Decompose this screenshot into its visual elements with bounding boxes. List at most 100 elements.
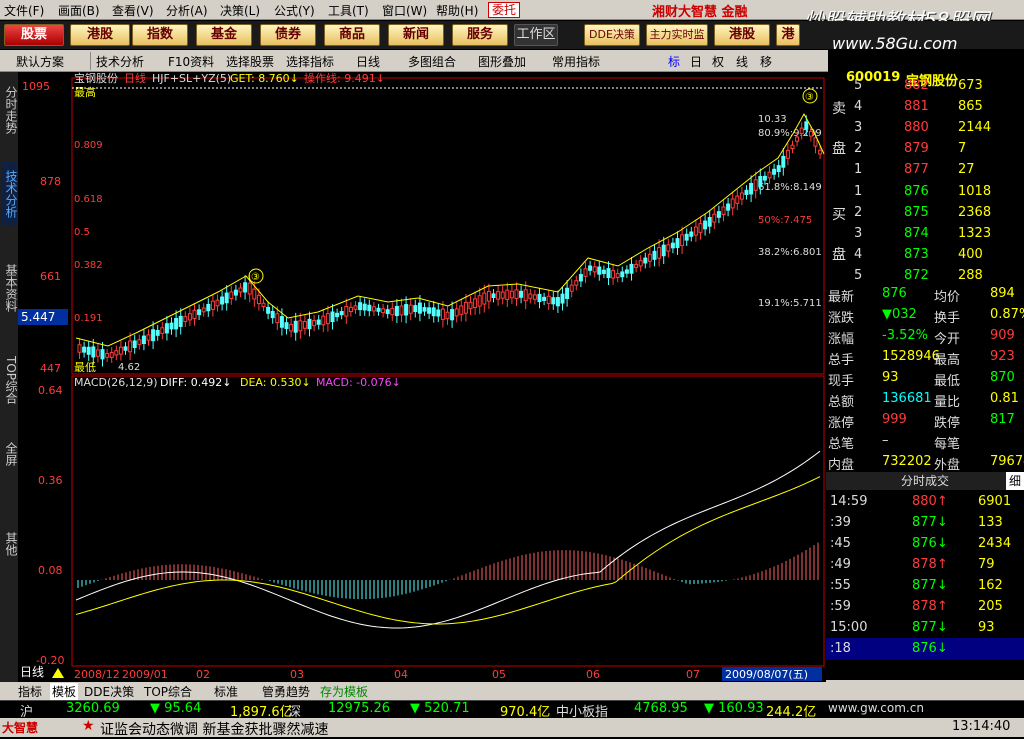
btab-trend[interactable]: 管勇趋势 bbox=[262, 683, 310, 700]
quote-cell: 4 bbox=[854, 247, 863, 262]
btab-save-template[interactable]: 存为模板 bbox=[320, 683, 368, 700]
btab-indicator[interactable]: 指标 bbox=[18, 683, 42, 700]
btab-dde[interactable]: DDE决策 bbox=[84, 683, 134, 700]
candle-body bbox=[772, 168, 777, 175]
tb-daily[interactable]: 日线 bbox=[356, 53, 380, 70]
menu-analysis[interactable]: 分析(A) bbox=[166, 2, 208, 19]
cat-workspace-button[interactable]: 工作区 bbox=[514, 24, 558, 46]
cat-fund-button[interactable]: 基金 bbox=[196, 24, 252, 46]
tab-other[interactable]: 其他 bbox=[1, 524, 18, 564]
cat-bond-button[interactable]: 债券 bbox=[260, 24, 316, 46]
news-ticker[interactable]: 证监会动态微调 新基金获批骤然减速 bbox=[100, 719, 328, 739]
tb-default-scheme[interactable]: 默认方案 bbox=[16, 53, 64, 70]
candle-body bbox=[643, 257, 648, 264]
quote-row: 4 881 865 bbox=[826, 99, 1024, 120]
tb-tech-analysis[interactable]: 技术分析 bbox=[96, 53, 144, 70]
tb-overlay[interactable]: 图形叠加 bbox=[478, 53, 526, 70]
kline-chart-area[interactable]: 1095 878 661 447 5.447 宝钢股份 日线 HJF+SL+YZ… bbox=[18, 71, 826, 682]
cat-commodity-button[interactable]: 商品 bbox=[324, 24, 380, 46]
cat-stock-button[interactable]: 股票 bbox=[4, 24, 64, 46]
candle-body bbox=[164, 323, 169, 334]
quote-row: :49 878↑ 79 bbox=[826, 557, 1024, 578]
cat-index-button[interactable]: 指数 bbox=[132, 24, 188, 46]
menu-decision[interactable]: 决策(L) bbox=[220, 2, 260, 19]
candle-body bbox=[353, 305, 358, 310]
tb-divider bbox=[90, 52, 91, 70]
quote-cell: :18 bbox=[830, 641, 851, 656]
tb-f10[interactable]: F10资料 bbox=[168, 53, 214, 70]
kline-svg[interactable]: 1095 878 661 447 5.447 宝钢股份 日线 HJF+SL+YZ… bbox=[18, 71, 826, 682]
candle-body bbox=[588, 265, 593, 271]
macd-tick: 0.08 bbox=[38, 564, 63, 577]
tab-fundamental[interactable]: 基本资料 bbox=[1, 256, 18, 320]
btab-template[interactable]: 模板 bbox=[50, 683, 79, 700]
menu-formula[interactable]: 公式(Y) bbox=[274, 2, 315, 19]
candle-body bbox=[638, 260, 643, 267]
quote-row: 内盘 732202外盘 796744 bbox=[826, 454, 1024, 475]
menu-help[interactable]: 帮助(H) bbox=[436, 2, 478, 19]
candle-body bbox=[459, 305, 464, 315]
menu-file[interactable]: 文件(F) bbox=[4, 2, 44, 19]
quote-cell: 162 bbox=[978, 578, 1003, 593]
candle-body bbox=[491, 293, 496, 299]
cat-main-monitor-button[interactable]: 主力实时监 bbox=[646, 24, 708, 46]
tb-select-stock[interactable]: 选择股票 bbox=[226, 53, 274, 70]
quote-row: :45 876↓ 2434 bbox=[826, 536, 1024, 557]
tab-technical[interactable]: 技术分析 bbox=[1, 162, 18, 226]
tb-mark[interactable]: 标 bbox=[668, 53, 680, 70]
quote-cell: 881 bbox=[904, 99, 929, 114]
tb-line[interactable]: 线 bbox=[736, 53, 748, 70]
quote-cell: 875 bbox=[904, 205, 929, 220]
cat-hk3-button[interactable]: 港 bbox=[776, 24, 800, 46]
btab-standard[interactable]: 标准 bbox=[214, 683, 238, 700]
weituo-button[interactable]: 委托 bbox=[488, 2, 520, 18]
cat-service-button[interactable]: 服务 bbox=[452, 24, 508, 46]
cat-hk-button[interactable]: 港股 bbox=[70, 24, 130, 46]
sh-index: 3260.69 bbox=[66, 701, 120, 716]
quote-cell: 0.81 bbox=[990, 391, 1019, 406]
diff-line bbox=[75, 450, 821, 629]
tb-right[interactable]: 权 bbox=[712, 53, 724, 70]
site-link[interactable]: www.gw.com.cn bbox=[828, 701, 924, 715]
period-up-arrow-icon[interactable] bbox=[52, 668, 64, 678]
tb-multi-chart[interactable]: 多图组合 bbox=[408, 53, 456, 70]
cat-hk2-button[interactable]: 港股 bbox=[714, 24, 770, 46]
menu-view-screen[interactable]: 画面(B) bbox=[58, 2, 100, 19]
candle-body bbox=[647, 253, 652, 262]
cat-news-button[interactable]: 新闻 bbox=[388, 24, 444, 46]
quote-cell: 5 bbox=[854, 78, 863, 93]
candle-body bbox=[514, 289, 519, 300]
candle-body bbox=[321, 315, 326, 326]
quote-cell: 1323 bbox=[958, 226, 992, 241]
quote-cell: 14:59 bbox=[830, 494, 868, 509]
tb-select-indicator[interactable]: 选择指标 bbox=[286, 53, 334, 70]
quote-row: :55 877↓ 162 bbox=[826, 578, 1024, 599]
tb-day[interactable]: 日 bbox=[690, 53, 702, 70]
quote-cell: 923 bbox=[990, 349, 1015, 364]
fib-right-label: 38.2%:6.801 bbox=[758, 247, 822, 258]
sz-index: 12975.26 bbox=[328, 701, 391, 716]
quote-cell: 878↑ bbox=[912, 599, 948, 614]
candle-body bbox=[500, 291, 505, 299]
tb-common-indicator[interactable]: 常用指标 bbox=[552, 53, 600, 70]
tb-move[interactable]: 移 bbox=[760, 53, 772, 70]
tab-top[interactable]: TOP综合 bbox=[1, 348, 18, 412]
candle-body bbox=[293, 320, 298, 333]
tab-fullscreen[interactable]: 全屏 bbox=[1, 434, 18, 474]
candle-body bbox=[390, 307, 395, 316]
macd-title: MACD(26,12,9) bbox=[74, 376, 158, 389]
menu-window[interactable]: 窗口(W) bbox=[382, 2, 427, 19]
candlestick-series bbox=[75, 112, 825, 367]
tab-intraday[interactable]: 分时走势 bbox=[1, 78, 18, 142]
candle-body bbox=[776, 165, 781, 172]
btab-top[interactable]: TOP综合 bbox=[144, 683, 192, 700]
menu-tools[interactable]: 工具(T) bbox=[328, 2, 369, 19]
candle-body bbox=[698, 223, 703, 233]
cat-dde-button[interactable]: DDE决策 bbox=[584, 24, 640, 46]
menu-view[interactable]: 查看(V) bbox=[112, 2, 154, 19]
quote-cell: 今开 bbox=[934, 332, 961, 347]
candle-body bbox=[358, 302, 363, 311]
quote-cell: 7 bbox=[958, 141, 967, 156]
quote-cell: 876↓ bbox=[912, 536, 948, 551]
fib-left-label: 0.5 bbox=[74, 227, 90, 238]
